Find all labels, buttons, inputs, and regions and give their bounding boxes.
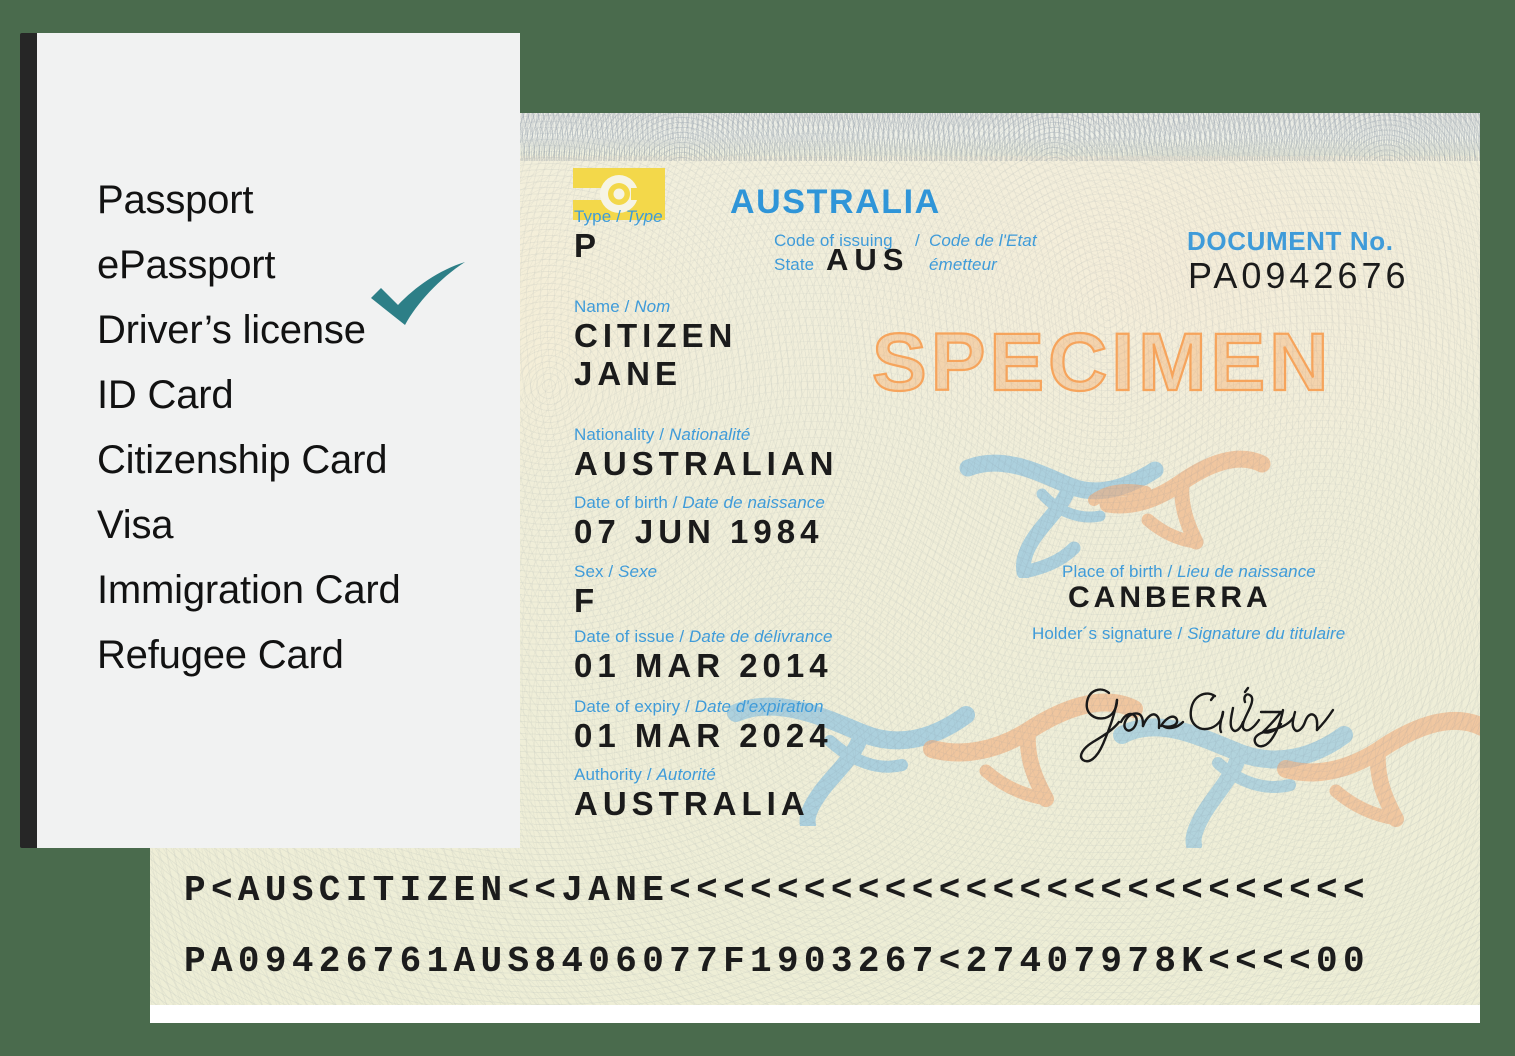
- field-name-label: Name / Nom: [574, 297, 671, 316]
- field-date-of-expiry-label: Date of expiry / Date d'expiration: [574, 697, 824, 716]
- field-issuing-state: Code of issuing / Code de l'Etat State é…: [774, 231, 1174, 294]
- list-item-passport[interactable]: Passport: [97, 168, 517, 233]
- specimen-watermark: SPECIMEN: [871, 316, 1333, 409]
- field-issuing-state-label-en-2: State: [774, 255, 815, 274]
- field-name: Name / Nom CITIZEN JANE: [574, 297, 738, 393]
- list-item-refugee-card[interactable]: Refugee Card: [97, 623, 517, 688]
- field-authority: Authority / Autorité AUSTRALIA: [574, 765, 810, 822]
- mrz-line-2: PA09426761AUS8406077F1903267<27407978K<<…: [184, 941, 1370, 982]
- document-types-list: Passport ePassport Driver’s license ID C…: [97, 168, 517, 688]
- field-authority-label: Authority / Autorité: [574, 765, 716, 784]
- field-place-of-birth: Place of birth / Lieu de naissance CANBE…: [1062, 562, 1316, 614]
- field-place-of-birth-value: CANBERRA: [1068, 580, 1272, 614]
- field-holder-signature-label-block: Holder´s signature / Signature du titula…: [1032, 624, 1346, 644]
- field-date-of-expiry: Date of expiry / Date d'expiration 01 MA…: [574, 697, 833, 754]
- field-type-value: P: [574, 226, 602, 264]
- mrz-line-1: P<AUSCITIZEN<<JANE<<<<<<<<<<<<<<<<<<<<<<…: [184, 870, 1370, 911]
- field-holder-signature-label: Holder´s signature / Signature du titula…: [1032, 624, 1346, 643]
- passport-bottom-strip: [150, 1005, 1480, 1023]
- list-item-citizenship-card[interactable]: Citizenship Card: [97, 428, 517, 493]
- document-number-value: PA0942676: [1188, 255, 1410, 296]
- field-issuing-state-label-fr-2: émetteur: [929, 255, 997, 274]
- list-item-id-card[interactable]: ID Card: [97, 363, 517, 428]
- list-item-visa[interactable]: Visa: [97, 493, 517, 558]
- field-nationality: Nationality / Nationalité AUSTRALIAN: [574, 425, 839, 482]
- field-date-of-issue: Date of issue / Date de délivrance 01 MA…: [574, 627, 833, 684]
- list-item-immigration-card[interactable]: Immigration Card: [97, 558, 517, 623]
- field-type-label: Type / Type: [574, 207, 663, 226]
- field-date-of-issue-label: Date of issue / Date de délivrance: [574, 627, 833, 646]
- field-sex-value: F: [574, 581, 600, 619]
- field-name-givenname-value: JANE: [574, 355, 683, 393]
- field-date-of-issue-value: 01 MAR 2014: [574, 646, 833, 684]
- field-place-of-birth-label: Place of birth / Lieu de naissance: [1062, 562, 1316, 581]
- passport-country: AUSTRALIA: [730, 183, 941, 221]
- field-name-surname-value: CITIZEN: [574, 316, 738, 354]
- field-date-of-birth-value: 07 JUN 1984: [574, 512, 824, 550]
- field-date-of-birth-label: Date of birth / Date de naissance: [574, 493, 825, 512]
- field-issuing-state-separator: /: [915, 231, 920, 250]
- check-icon: [371, 262, 465, 325]
- document-number-label: DOCUMENT No.: [1187, 226, 1394, 256]
- field-sex: Sex / Sexe F: [574, 562, 658, 619]
- field-authority-value: AUSTRALIA: [574, 784, 810, 822]
- document-types-panel: Passport ePassport Driver’s license ID C…: [37, 33, 520, 848]
- field-nationality-label: Nationality / Nationalité: [574, 425, 751, 444]
- field-issuing-state-label-fr-1: Code de l'Etat: [929, 231, 1037, 250]
- field-date-of-birth: Date of birth / Date de naissance 07 JUN…: [574, 493, 825, 550]
- holder-signature: [1079, 686, 1335, 763]
- screenshot-stage: AUSTRALIA DOCUMENT No. PA0942676 SPECIME…: [0, 0, 1515, 1056]
- field-nationality-value: AUSTRALIAN: [574, 444, 839, 482]
- field-date-of-expiry-value: 01 MAR 2024: [574, 716, 833, 754]
- field-type: Type / Type P: [574, 207, 663, 264]
- field-issuing-state-value: AUS: [826, 242, 910, 277]
- field-sex-label: Sex / Sexe: [574, 562, 658, 581]
